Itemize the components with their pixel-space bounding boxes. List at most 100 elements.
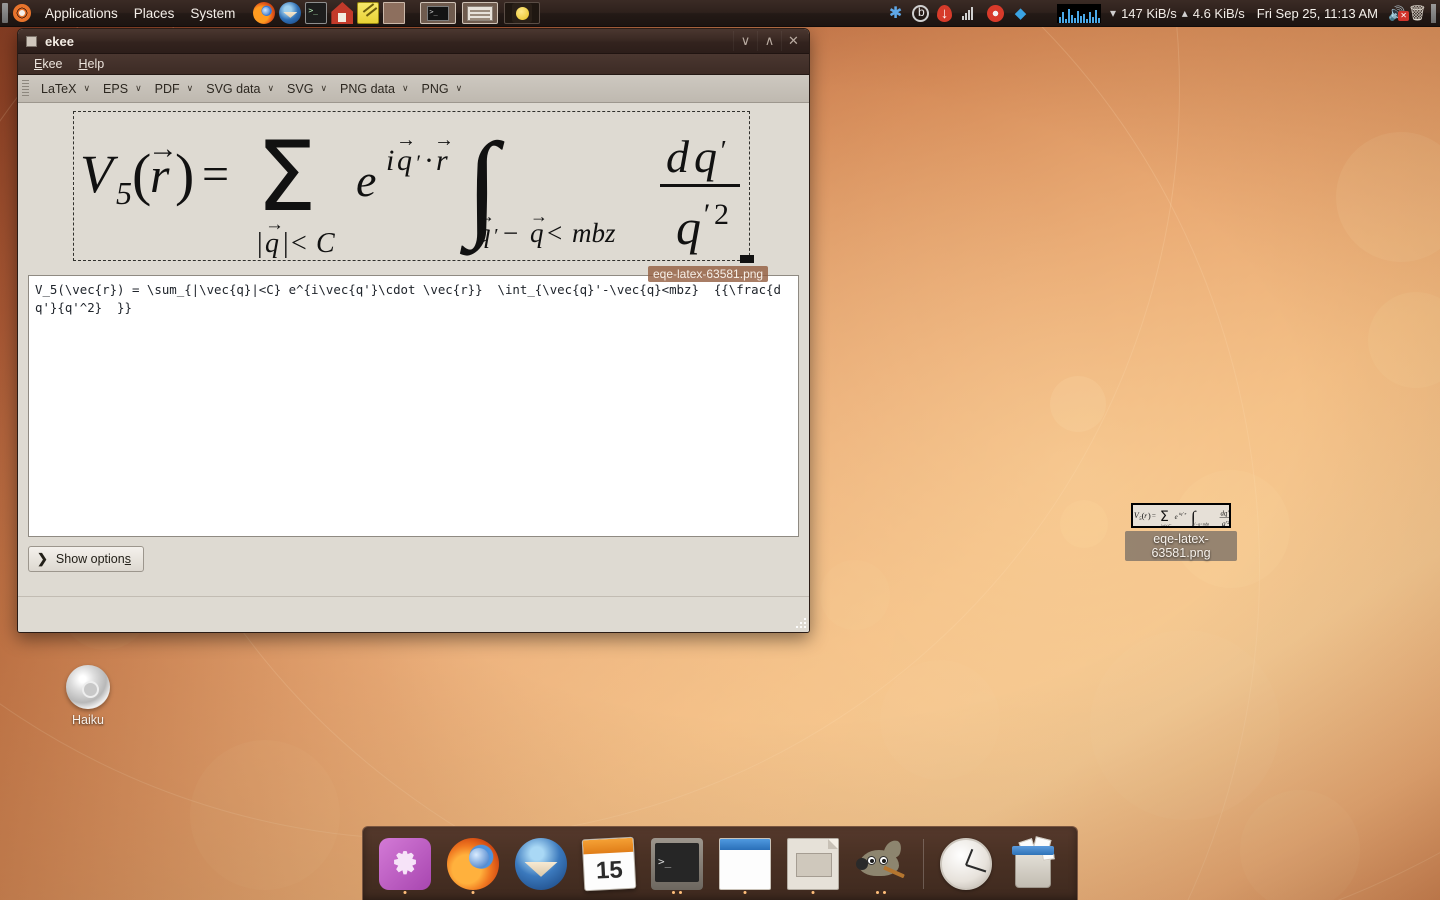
svg-text:|q|<C: |q|<C <box>1161 523 1171 528</box>
png-thumbnail-formula: V 5 ( r ) = Σ |q|<C e iq′·r ∫ q′−q<mbz d… <box>1134 507 1229 528</box>
ekee-window[interactable]: ekee ∨ ∧ ✕ Ekee Help LaTeX ∨ EPS ∨ PDF ∨… <box>17 28 810 633</box>
ubuntu-logo-icon[interactable] <box>13 4 31 22</box>
svg-text:−: − <box>503 218 518 248</box>
chevron-down-icon[interactable]: ∨ <box>187 83 194 94</box>
toolbar-item-eps[interactable]: EPS ∨ <box>96 80 148 98</box>
thunderbird-launcher-icon[interactable] <box>279 2 302 24</box>
window-launcher-icon[interactable] <box>383 2 406 24</box>
chevron-down-icon[interactable]: ∨ <box>320 83 327 94</box>
panel-left-section: Applications Places System <box>0 0 543 27</box>
menu-help[interactable]: Help <box>71 55 113 73</box>
window-statusbar <box>18 596 809 632</box>
menu-places[interactable]: Places <box>126 3 183 24</box>
svg-text:→: → <box>434 129 454 151</box>
svg-text:e: e <box>1175 514 1178 521</box>
desktop-icon-haiku[interactable]: Haiku <box>33 665 143 729</box>
volume-muted-icon[interactable]: 🔊 ✕ <box>1388 5 1409 22</box>
svg-text:′: ′ <box>719 136 726 167</box>
svg-text:′: ′ <box>702 198 709 231</box>
firefox-launcher-icon[interactable] <box>253 2 276 24</box>
rendered-formula[interactable]: V 5 ( r → ) = Σ | q → | < C e i q ′ → · … <box>74 112 751 262</box>
show-options-label: Show options <box>55 552 131 566</box>
minimize-button[interactable]: ∨ <box>733 31 757 51</box>
dropbox-icon[interactable] <box>1012 5 1029 22</box>
gear-icon <box>379 837 431 890</box>
settings-dock-icon[interactable] <box>371 833 439 895</box>
toolbar-label: SVG data <box>206 81 261 96</box>
gimp-dock-icon[interactable] <box>847 833 915 895</box>
document-viewer-dock-icon[interactable] <box>779 833 847 895</box>
svg-text:→: → <box>265 214 284 235</box>
upload-rate: 4.6 KiB/s <box>1192 5 1245 21</box>
svg-text:=: = <box>202 148 229 201</box>
trash-dock-icon[interactable] <box>1000 833 1068 895</box>
bluetooth-icon[interactable] <box>887 5 904 22</box>
chevron-down-icon[interactable]: ∨ <box>267 83 274 94</box>
signal-bars-icon[interactable] <box>962 5 979 22</box>
calendar-dock-icon[interactable]: 15 <box>575 833 643 895</box>
menu-applications[interactable]: Applications <box>37 3 126 24</box>
terminal-dock-icon[interactable] <box>643 833 711 895</box>
panel-drag-handle[interactable] <box>2 3 8 23</box>
toolbar-item-png-data[interactable]: PNG data ∨ <box>333 80 414 98</box>
thunderbird-dock-icon[interactable] <box>507 833 575 895</box>
formula-selection-box[interactable]: V 5 ( r → ) = Σ | q → | < C e i q ′ → · … <box>73 111 750 261</box>
maximize-button[interactable]: ∧ <box>757 31 781 51</box>
taskbar-ekee-window[interactable] <box>462 2 499 24</box>
toolbar-label: LaTeX <box>41 81 77 96</box>
formula-render-area[interactable]: V 5 ( r → ) = Σ | q → | < C e i q ′ → · … <box>18 103 809 269</box>
firefox-dock-icon[interactable] <box>439 833 507 895</box>
panel-clock[interactable]: Fri Sep 25, 11:13 AM <box>1247 6 1388 21</box>
chevron-down-icon[interactable]: ∨ <box>402 83 409 94</box>
download-rate: 147 KiB/s <box>1121 5 1177 21</box>
svg-text:→: → <box>477 206 495 226</box>
bluetooth-manager-icon[interactable] <box>912 4 930 22</box>
panel-end-handle[interactable] <box>1431 3 1436 23</box>
svg-text:V: V <box>80 144 119 204</box>
svg-text:e: e <box>356 155 376 206</box>
clock-dock-icon[interactable] <box>932 833 1000 895</box>
toolbar-item-latex[interactable]: LaTeX ∨ <box>34 80 96 98</box>
svg-text:iq′·r: iq′·r <box>1179 511 1187 516</box>
png-thumbnail-icon: V 5 ( r ) = Σ |q|<C e iq′·r ∫ q′−q<mbz d… <box>1131 503 1231 528</box>
resize-grip[interactable] <box>795 618 806 629</box>
svg-text:d: d <box>666 131 690 182</box>
latex-source-input[interactable]: V_5(\vec{r}) = \sum_{|\vec{q}|<C} e^{i\v… <box>28 275 799 537</box>
network-activity-graph[interactable] <box>1057 3 1102 23</box>
toolbar-grip[interactable] <box>22 79 29 98</box>
menu-system[interactable]: System <box>182 3 243 24</box>
taskbar-yellow-app[interactable] <box>504 2 541 24</box>
svg-text:C: C <box>316 228 335 259</box>
terminal-launcher-icon[interactable] <box>305 2 328 24</box>
svg-text:·: · <box>424 144 434 177</box>
desktop-icon-eqe-latex-png[interactable]: V 5 ( r ) = Σ |q|<C e iq′·r ∫ q′−q<mbz d… <box>1125 503 1237 562</box>
toolbar-item-svg[interactable]: SVG ∨ <box>280 80 333 98</box>
svg-text:Σ: Σ <box>1160 509 1169 525</box>
toolbar-item-svg-data[interactable]: SVG data ∨ <box>199 80 280 98</box>
toolbar-item-png[interactable]: PNG ∨ <box>415 80 469 98</box>
svg-text:q′−q<mbz: q′−q<mbz <box>1193 522 1210 527</box>
chevron-down-icon[interactable]: ∨ <box>456 83 463 94</box>
toolbar-label: PDF <box>154 81 180 96</box>
notes-launcher-icon[interactable] <box>357 2 380 24</box>
opera-icon[interactable] <box>987 4 1005 22</box>
toolbar-item-pdf[interactable]: PDF ∨ <box>148 80 200 98</box>
window-titlebar[interactable]: ekee ∨ ∧ ✕ <box>18 29 809 54</box>
thunderbird-icon <box>515 837 567 890</box>
file-manager-dock-icon[interactable] <box>711 833 779 895</box>
menu-ekee[interactable]: Ekee <box>26 55 71 73</box>
close-button[interactable]: ✕ <box>781 31 805 51</box>
svg-text:): ) <box>175 142 194 207</box>
running-indicator <box>672 890 682 894</box>
export-toolbar: LaTeX ∨ EPS ∨ PDF ∨ SVG data ∨ SVG ∨ PNG… <box>18 75 809 103</box>
taskbar-terminal-window[interactable] <box>420 2 457 24</box>
trash-applet-icon[interactable]: 🗑 <box>1408 4 1427 22</box>
running-indicator <box>471 890 475 894</box>
chevron-down-icon[interactable]: ∨ <box>83 83 90 94</box>
chevron-down-icon[interactable]: ∨ <box>135 83 142 94</box>
upload-arrow-icon: ▴ <box>1181 6 1188 20</box>
update-manager-icon[interactable] <box>937 5 954 22</box>
home-folder-launcher-icon[interactable] <box>331 2 354 24</box>
svg-text:<: < <box>291 228 307 259</box>
show-options-button[interactable]: ❯ Show options <box>28 546 144 572</box>
